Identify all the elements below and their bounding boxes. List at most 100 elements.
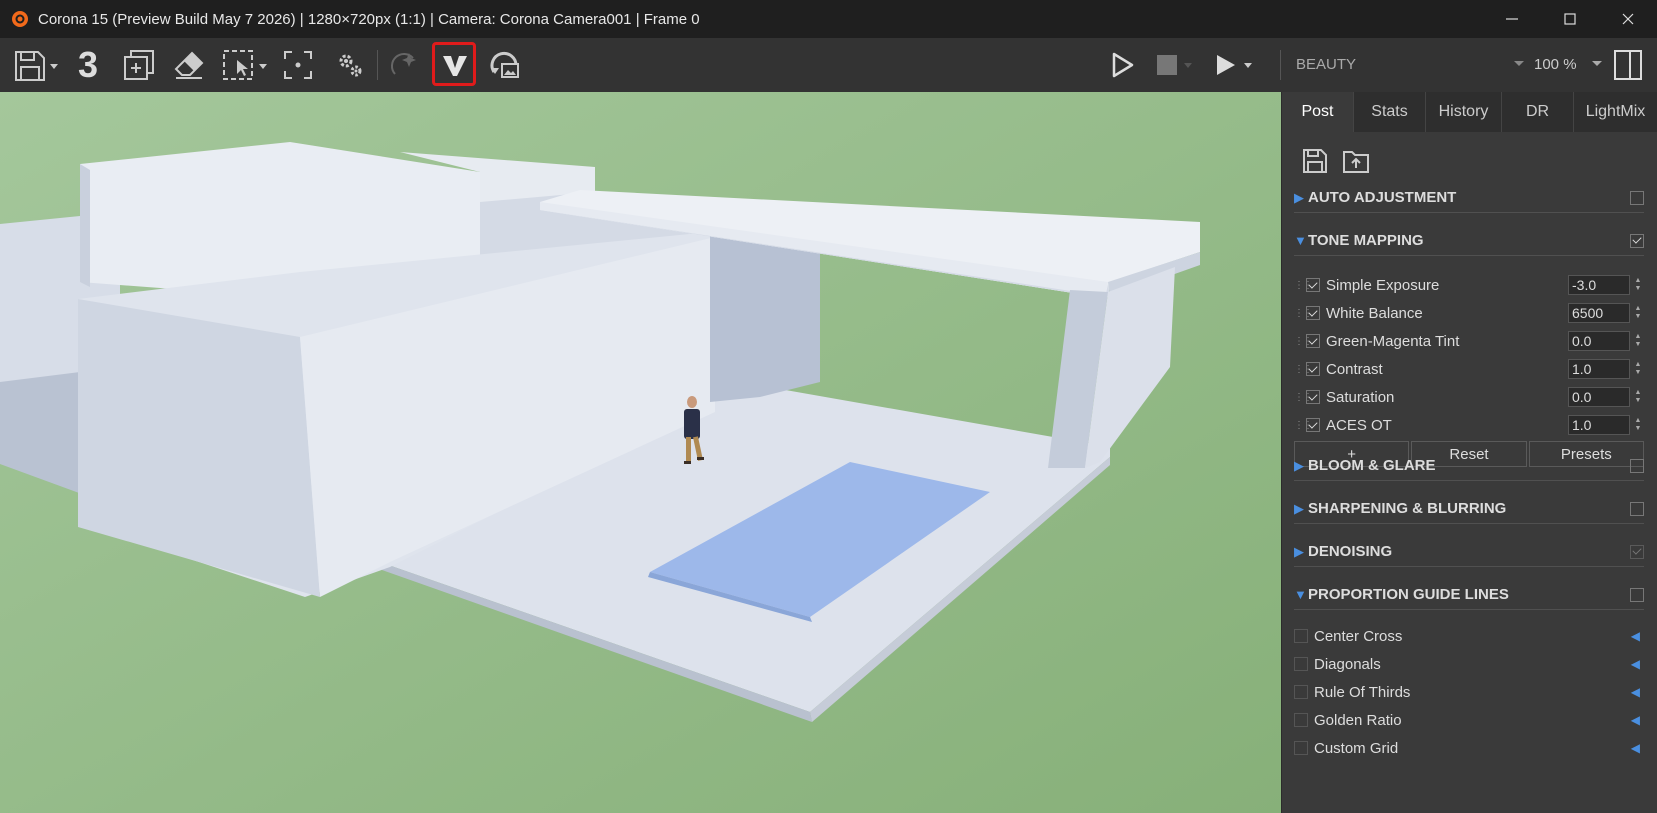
- spinner[interactable]: ▲ ▼: [1632, 387, 1644, 407]
- expand-left-arrow-icon[interactable]: ◀: [1631, 629, 1640, 643]
- expand-arrow-icon: ▶: [1294, 189, 1304, 205]
- spinner[interactable]: ▲ ▼: [1632, 275, 1644, 295]
- panel-layout-icon: [1614, 50, 1642, 80]
- section-enable-checkbox[interactable]: [1630, 501, 1644, 516]
- section-denoising[interactable]: ▶ DENOISING: [1294, 537, 1644, 567]
- spinner[interactable]: ▲ ▼: [1632, 303, 1644, 323]
- drag-handle-icon[interactable]: ⋮⋮: [1294, 420, 1313, 431]
- section-proportion-guide-lines[interactable]: ▼ PROPORTION GUIDE LINES: [1294, 580, 1644, 610]
- gears-icon: [339, 54, 362, 77]
- drag-handle-icon[interactable]: ⋮⋮: [1294, 280, 1313, 291]
- expand-left-arrow-icon[interactable]: ◀: [1631, 657, 1640, 671]
- minimize-button[interactable]: [1483, 0, 1541, 38]
- guide-label: Diagonals: [1314, 655, 1381, 673]
- section-enable-checkbox[interactable]: [1630, 544, 1644, 559]
- chevron-down-icon: [1514, 61, 1524, 66]
- tone-op-aces-ot: ⋮⋮ ACES OT 1.0 ▲ ▼: [1294, 412, 1644, 438]
- render-3-button[interactable]: 3: [70, 44, 106, 85]
- drag-handle-icon[interactable]: ⋮⋮: [1294, 336, 1313, 347]
- op-value-field[interactable]: 6500: [1568, 303, 1630, 323]
- stop-render-button[interactable]: [1154, 46, 1202, 84]
- op-checkbox[interactable]: [1306, 418, 1320, 432]
- guide-checkbox[interactable]: [1294, 741, 1308, 755]
- tab-lightmix[interactable]: LightMix: [1574, 92, 1657, 132]
- drag-handle-icon[interactable]: ⋮⋮: [1294, 308, 1313, 319]
- guide-checkbox[interactable]: [1294, 685, 1308, 699]
- expand-left-arrow-icon[interactable]: ◀: [1631, 685, 1640, 699]
- op-value-field[interactable]: 0.0: [1568, 331, 1630, 351]
- section-title: DENOISING: [1308, 543, 1393, 560]
- op-value-field[interactable]: 1.0: [1568, 359, 1630, 379]
- section-sharpening-blurring[interactable]: ▶ SHARPENING & BLURRING: [1294, 494, 1644, 524]
- render-count-label: 3: [77, 44, 99, 85]
- drag-handle-icon[interactable]: ⋮⋮: [1294, 364, 1313, 375]
- guide-checkbox[interactable]: [1294, 629, 1308, 643]
- op-value-field[interactable]: -3.0: [1568, 275, 1630, 295]
- panel-tabs: Post Stats History DR LightMix: [1282, 92, 1657, 132]
- section-title: TONE MAPPING: [1308, 232, 1424, 249]
- save-icon: [15, 51, 58, 81]
- load-preset-icon[interactable]: [1342, 148, 1370, 174]
- save-button[interactable]: [10, 46, 62, 84]
- guide-rule-of-thirds: Rule Of Thirds ◀: [1294, 679, 1644, 705]
- zoom-select[interactable]: 100 %: [1534, 49, 1604, 79]
- drag-handle-icon[interactable]: ⋮⋮: [1294, 392, 1313, 403]
- save-preset-icon[interactable]: [1302, 148, 1328, 174]
- guide-label: Golden Ratio: [1314, 711, 1402, 729]
- render-viewport[interactable]: [0, 92, 1281, 813]
- guide-center-cross: Center Cross ◀: [1294, 623, 1644, 649]
- tab-stats[interactable]: Stats: [1354, 92, 1426, 132]
- spinner[interactable]: ▲ ▼: [1632, 415, 1644, 435]
- section-enable-checkbox[interactable]: [1630, 190, 1644, 205]
- guide-checkbox[interactable]: [1294, 657, 1308, 671]
- section-auto-adjustment[interactable]: ▶ AUTO ADJUSTMENT: [1294, 183, 1644, 213]
- tab-dr[interactable]: DR: [1502, 92, 1574, 132]
- spinner[interactable]: ▲ ▼: [1632, 331, 1644, 351]
- maximize-button[interactable]: [1541, 0, 1599, 38]
- op-label: Green-Magenta Tint: [1326, 332, 1460, 350]
- region-select-icon: [223, 50, 267, 80]
- section-title: SHARPENING & BLURRING: [1308, 500, 1507, 517]
- expand-arrow-icon: ▶: [1294, 457, 1304, 473]
- spinner[interactable]: ▲ ▼: [1632, 359, 1644, 379]
- op-checkbox[interactable]: [1306, 278, 1320, 292]
- region-render-button[interactable]: [220, 46, 272, 84]
- start-render-button[interactable]: [1104, 46, 1140, 84]
- render-options-button[interactable]: [1210, 46, 1262, 84]
- op-value-field[interactable]: 0.0: [1568, 387, 1630, 407]
- sparkle-icon: [390, 52, 416, 75]
- play-icon: [1217, 55, 1252, 75]
- op-value-field[interactable]: 1.0: [1568, 415, 1630, 435]
- section-enable-checkbox[interactable]: [1630, 233, 1644, 248]
- render-cloud-button[interactable]: [486, 46, 524, 84]
- copy-button[interactable]: [120, 46, 158, 84]
- op-checkbox[interactable]: [1306, 306, 1320, 320]
- guide-label: Center Cross: [1314, 627, 1403, 645]
- section-enable-checkbox[interactable]: [1630, 458, 1644, 473]
- expand-left-arrow-icon[interactable]: ◀: [1631, 713, 1640, 727]
- guide-golden-ratio: Golden Ratio ◀: [1294, 707, 1644, 733]
- section-enable-checkbox[interactable]: [1630, 587, 1644, 602]
- section-bloom-glare[interactable]: ▶ BLOOM & GLARE: [1294, 451, 1644, 481]
- tab-post[interactable]: Post: [1282, 92, 1354, 132]
- section-tone-mapping[interactable]: ▼ TONE MAPPING: [1294, 226, 1644, 256]
- expand-left-arrow-icon[interactable]: ◀: [1631, 741, 1640, 755]
- settings-button[interactable]: [332, 46, 368, 84]
- title-bar: Corona 15 (Preview Build May 7 2026) | 1…: [0, 0, 1657, 38]
- op-checkbox[interactable]: [1306, 334, 1320, 348]
- op-checkbox[interactable]: [1306, 390, 1320, 404]
- interactive-button[interactable]: [386, 46, 422, 84]
- corona-logo-icon: [12, 11, 28, 27]
- focus-button[interactable]: [280, 46, 316, 84]
- guide-checkbox[interactable]: [1294, 713, 1308, 727]
- render-pass-value: BEAUTY: [1296, 55, 1357, 73]
- close-icon: [1622, 13, 1634, 25]
- toggle-panel-button[interactable]: [1610, 46, 1646, 84]
- tone-op-simple-exposure: ⋮⋮ Simple Exposure -3.0 ▲ ▼: [1294, 272, 1644, 298]
- clear-button[interactable]: [172, 46, 208, 84]
- close-button[interactable]: [1599, 0, 1657, 38]
- expand-arrow-icon: ▶: [1294, 543, 1304, 559]
- op-checkbox[interactable]: [1306, 362, 1320, 376]
- render-pass-select[interactable]: BEAUTY: [1296, 49, 1526, 79]
- tab-history[interactable]: History: [1426, 92, 1502, 132]
